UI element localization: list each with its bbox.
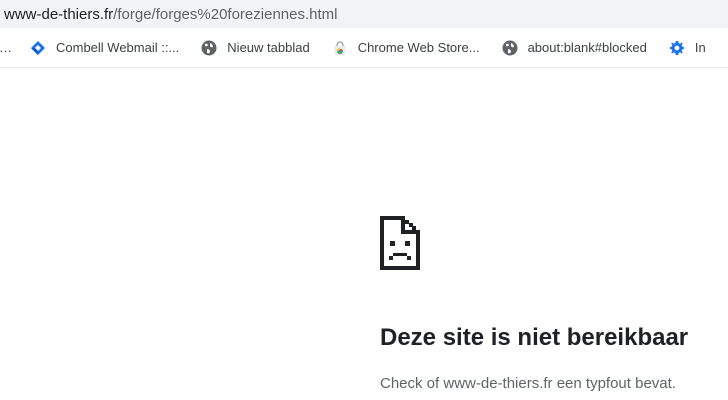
bookmark-label: Nieuw tabblad xyxy=(227,40,310,55)
bookmark-label: about:blank#blocked xyxy=(527,40,647,55)
bookmark-label: Chrome Web Store... xyxy=(357,40,480,55)
bookmark-label: In xyxy=(694,40,706,55)
gear-icon xyxy=(669,40,684,55)
globe-icon xyxy=(201,40,217,55)
url-text[interactable]: www-de-thiers.fr/forge/forges%20forezien… xyxy=(0,6,337,23)
url-host: www-de-thiers.fr xyxy=(4,5,114,23)
bookmark-in[interactable]: In xyxy=(669,40,706,56)
address-bar[interactable]: www-de-thiers.fr/forge/forges%20forezien… xyxy=(0,0,728,28)
combell-icon xyxy=(31,40,45,55)
globe-icon xyxy=(502,40,518,55)
bookmark-chrome-web-store[interactable]: Chrome Web Store... xyxy=(332,40,480,56)
bookmark-about-blank[interactable]: about:blank#blocked xyxy=(502,40,647,56)
bookmark-nieuw-tabblad[interactable]: Nieuw tabblad xyxy=(201,40,310,56)
error-message: Check of www-de-thiers.fr een typfout be… xyxy=(380,375,676,392)
error-page: Deze site is niet bereikbaar Check of ww… xyxy=(380,216,728,392)
sad-page-icon xyxy=(380,216,420,270)
bookmark-combell-webmail[interactable]: Combell Webmail ::... xyxy=(30,40,179,56)
url-path: /forge/forges%20foreziennes.html xyxy=(113,5,338,23)
bookmark-label: Combell Webmail ::... xyxy=(56,40,180,55)
error-title: Deze site is niet bereikbaar xyxy=(380,324,689,351)
bookmarks-overflow-ellipsis[interactable]: … xyxy=(0,40,12,55)
bookmarks-bar: … Combell Webmail ::... Nieuw tabblad Ch… xyxy=(0,28,728,68)
chrome-web-store-icon xyxy=(333,40,346,55)
